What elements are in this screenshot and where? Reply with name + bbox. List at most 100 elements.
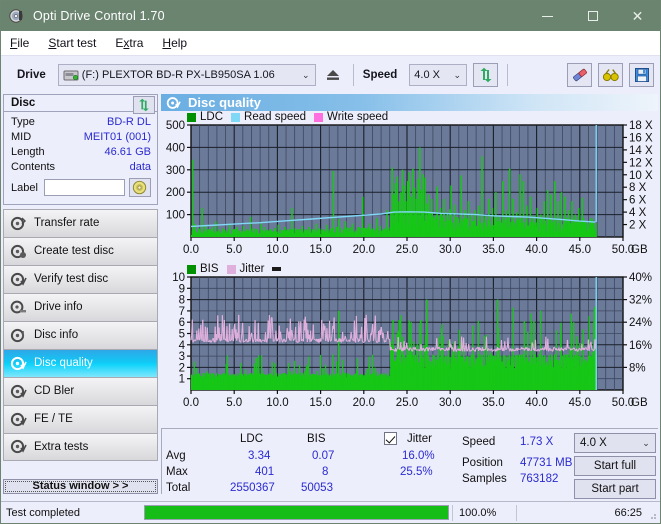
svg-text:10.0: 10.0: [266, 397, 288, 409]
legend-label-bis: BIS: [200, 263, 219, 276]
sidebar-item-extra-tests[interactable]: Extra tests: [3, 432, 158, 461]
svg-text:GB: GB: [631, 244, 648, 256]
progress-fill: [145, 506, 448, 519]
disc-verify-icon: [10, 272, 27, 287]
sidebar-item-disc-info[interactable]: Disc info: [3, 320, 158, 349]
sidebar-item-drive-info[interactable]: Drive info: [3, 292, 158, 321]
start-part-button[interactable]: Start part: [574, 479, 656, 500]
sidebar-item-label: Transfer rate: [34, 217, 100, 230]
stats-row-max-label: Max: [166, 466, 188, 479]
menu-item-start-test[interactable]: Start test: [48, 34, 107, 52]
svg-text:1: 1: [179, 374, 185, 386]
svg-text:18 X: 18 X: [629, 120, 653, 132]
svg-text:200: 200: [166, 187, 185, 199]
sidebar-item-create-test-disc[interactable]: Create test disc: [3, 236, 158, 265]
svg-text:400: 400: [166, 143, 185, 155]
stats-row-avg-label: Avg: [166, 450, 186, 463]
drive-select[interactable]: (F:) PLEXTOR BD-R PX-LB950SA 1.06 ⌄: [57, 64, 316, 86]
svg-text:300: 300: [166, 165, 185, 177]
disc-row-length: Length 46.61 GB: [11, 145, 151, 160]
eraser-icon: [572, 68, 587, 82]
samples-label: Samples: [462, 473, 507, 486]
disc-label-key: Label: [11, 181, 38, 194]
sidebar-item-transfer-rate[interactable]: Transfer rate: [3, 208, 158, 237]
svg-text:25.0: 25.0: [396, 244, 418, 256]
bottom-chart: BIS Jitter 1 2 3 4 5 6 7 8 9 10 8% 16% 24% 32% 40% 0.0 5…: [161, 263, 658, 428]
chevron-down-icon: ⌄: [453, 69, 462, 80]
sidebar-item-cd-bler[interactable]: CD Bler: [3, 376, 158, 405]
position-value: 47731 MB: [520, 457, 573, 470]
svg-text:45.0: 45.0: [569, 244, 591, 256]
svg-text:0.0: 0.0: [183, 397, 199, 409]
legend-swatch-read-speed: [231, 112, 241, 122]
maximize-button[interactable]: [570, 1, 615, 31]
menu-item-help[interactable]: Help: [162, 34, 198, 52]
disc-row-type-value: BD-R DL: [106, 116, 151, 129]
elapsed-time: 66:25: [516, 504, 660, 521]
glasses-button[interactable]: [598, 63, 623, 87]
svg-text:5: 5: [179, 329, 185, 341]
speed-readout-value: 1.73 X: [520, 436, 554, 449]
disc-quality-icon: [166, 96, 181, 110]
speed-select[interactable]: 4.0 X ⌄: [409, 64, 468, 86]
sidebar-item-verify-test-disc[interactable]: Verify test disc: [3, 264, 158, 293]
content-panel: Disc quality LDC Read speed Write speed …: [161, 94, 658, 500]
menu-item-file[interactable]: File: [10, 34, 40, 52]
app-disc-icon: [9, 8, 25, 24]
menu-item-extra[interactable]: Extra: [115, 34, 154, 52]
chevron-down-icon: ⌄: [642, 437, 650, 448]
start-full-button[interactable]: Start full: [574, 456, 656, 477]
svg-text:30.0: 30.0: [439, 397, 461, 409]
disc-row-contents-key: Contents: [11, 161, 56, 174]
toolbar-separator-2: [507, 64, 509, 86]
title-bar: Opti Drive Control 1.70 ✕: [1, 1, 660, 31]
drive-icon: [63, 68, 79, 82]
sidebar-item-fe-te[interactable]: FE / TE: [3, 404, 158, 433]
svg-text:6: 6: [179, 317, 185, 329]
stats-col-jitter: Jitter: [407, 433, 432, 446]
svg-text:6 X: 6 X: [629, 195, 647, 207]
close-button[interactable]: ✕: [615, 1, 660, 31]
disc-row-length-key: Length: [11, 146, 45, 159]
svg-text:5.0: 5.0: [226, 244, 242, 256]
sidebar-item-disc-quality[interactable]: Disc quality: [3, 348, 158, 377]
bottom-chart-svg[interactable]: 12345678910 8% 16% 24% 32% 40% 0.0 5.0 10.0 15.0 2…: [161, 263, 658, 428]
erase-button[interactable]: [567, 63, 592, 87]
svg-text:5.0: 5.0: [226, 397, 242, 409]
disc-extra-icon: [10, 439, 27, 454]
disc-row-length-value: 46.61 GB: [104, 146, 151, 159]
disc-row-mid-value: MEIT01 (001): [83, 131, 151, 144]
svg-text:40%: 40%: [629, 272, 652, 284]
jitter-checkbox[interactable]: [384, 432, 397, 446]
disc-refresh-button[interactable]: [133, 96, 155, 114]
save-button[interactable]: [629, 63, 654, 87]
legend-label-jitter: Jitter: [239, 263, 265, 276]
svg-text:14 X: 14 X: [629, 145, 653, 157]
sidebar-item-label: Disc info: [34, 329, 79, 342]
eject-button[interactable]: [322, 63, 344, 87]
refresh-button[interactable]: [473, 63, 499, 87]
test-speed-select[interactable]: 4.0 X ⌄: [574, 433, 656, 454]
disc-row-type: Type BD-R DL: [11, 115, 151, 130]
svg-text:2: 2: [179, 363, 185, 375]
svg-text:24%: 24%: [629, 317, 652, 329]
svg-text:4 X: 4 X: [629, 207, 647, 219]
disc-icon: [133, 181, 147, 195]
svg-text:16 X: 16 X: [629, 133, 653, 145]
status-window-button[interactable]: Status window > >: [3, 478, 158, 494]
svg-text:9: 9: [179, 283, 185, 295]
disc-label-input[interactable]: [43, 179, 125, 197]
minimize-button[interactable]: [525, 1, 570, 31]
menu-bar: File Start test Extra Help: [1, 31, 660, 56]
svg-text:100: 100: [166, 210, 185, 222]
glasses-icon: [602, 69, 619, 82]
resize-grip-icon[interactable]: [647, 510, 657, 520]
top-chart-svg[interactable]: 1002003004005002 X4 X6 X8 X10 X12 X14 X1…: [161, 111, 658, 259]
svg-text:500: 500: [166, 120, 185, 132]
disc-row-contents-value: data: [129, 161, 151, 174]
refresh-icon: [139, 98, 149, 112]
stats-col-bis: BIS: [307, 433, 326, 446]
disc-label-button[interactable]: [128, 178, 151, 198]
nav-list: Transfer rate Create test disc Verify te…: [3, 208, 158, 461]
svg-text:3: 3: [179, 351, 185, 363]
